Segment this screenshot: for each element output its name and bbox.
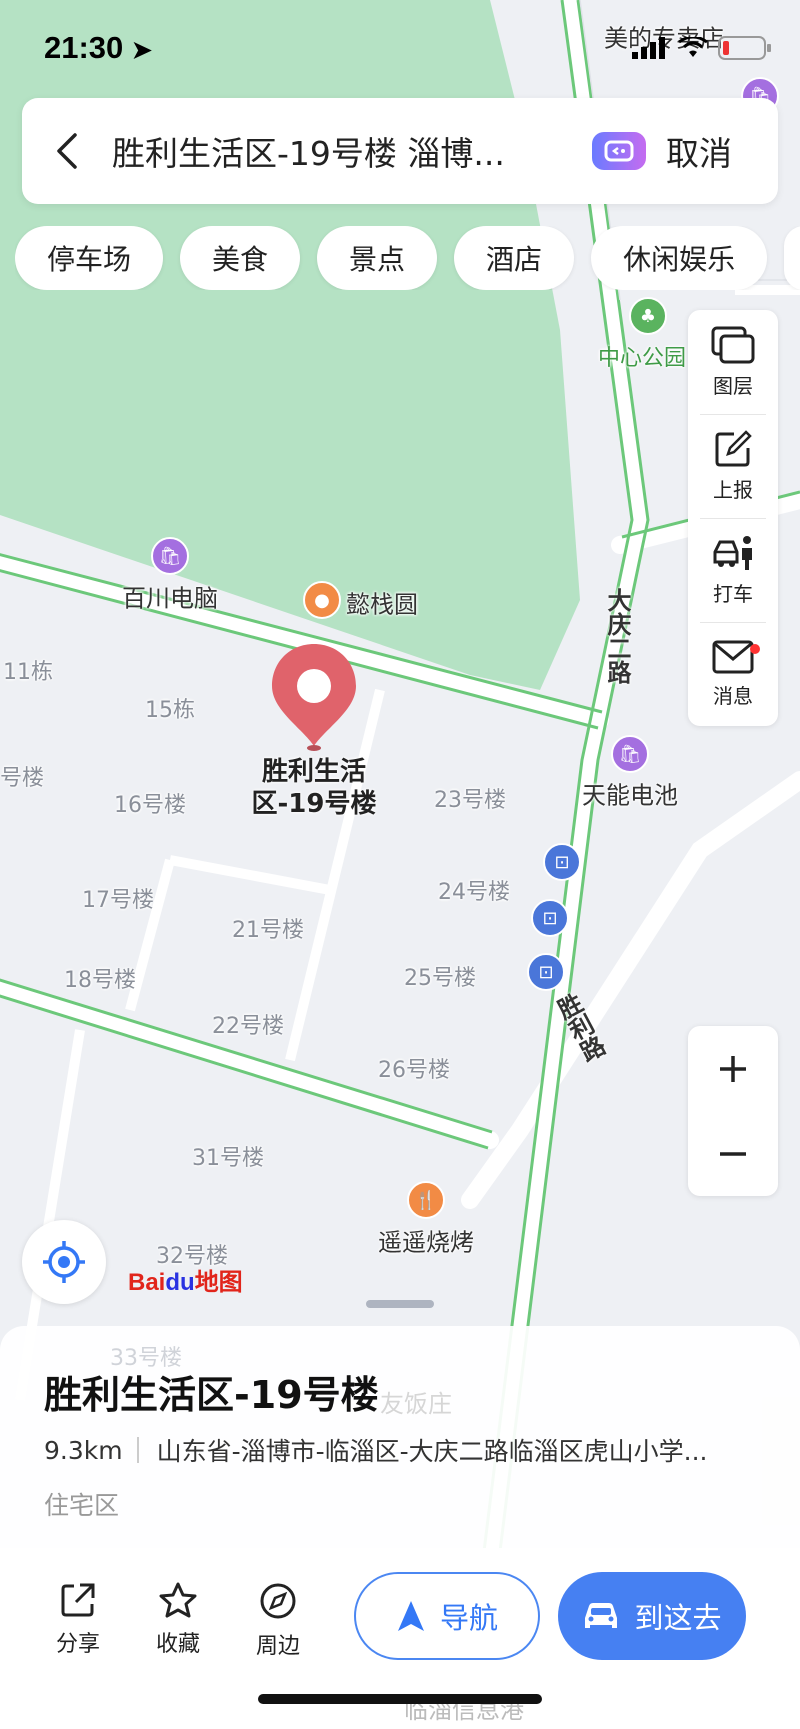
place-title: 胜利生活区-19号楼 <box>44 1373 379 1417</box>
location-pin-icon[interactable] <box>266 640 362 752</box>
voice-assistant-button[interactable] <box>592 132 646 170</box>
side-toolbar: 图层 上报 打车 消息 <box>688 310 778 726</box>
chip-hotel[interactable]: 酒店 <box>454 226 575 290</box>
map-label-yaoyao[interactable]: 遥遥烧烤 <box>378 1223 474 1258</box>
map-label-b25: 25号楼 <box>404 966 476 991</box>
messages-label: 消息 <box>713 683 753 708</box>
battery-icon <box>718 36 771 60</box>
navigate-button[interactable]: 导航 <box>354 1572 540 1660</box>
report-button[interactable]: 上报 <box>688 414 778 518</box>
app: 美的专卖店 🛍 ♣ 中心公园 🛍 百川电脑 ● 懿栈圆 11栋 15栋 大庆二路… <box>0 0 800 1729</box>
star-icon <box>159 1582 197 1618</box>
place-category: 住宅区 <box>44 1491 120 1520</box>
chevron-left-icon <box>57 133 77 169</box>
navigation-arrow-icon <box>397 1601 424 1631</box>
edit-icon <box>715 429 752 466</box>
bus-stop-icon[interactable]: ⊡ <box>543 843 581 881</box>
bus-stop-icon[interactable]: ⊡ <box>531 899 569 937</box>
wifi-icon <box>678 37 708 57</box>
divider <box>136 1437 139 1463</box>
search-query[interactable]: 胜利生活区-19号楼 淄博... <box>112 127 532 175</box>
favorite-button[interactable]: 收藏 <box>138 1582 218 1658</box>
taxi-button[interactable]: 打车 <box>688 518 778 622</box>
zoom-in-button[interactable] <box>688 1026 778 1111</box>
crosshair-icon <box>43 1241 85 1283</box>
map-label-b18: 18号楼 <box>64 968 136 993</box>
cellular-signal-icon <box>632 37 665 59</box>
map-label-b16: 16号楼 <box>114 793 186 818</box>
map-label-baichuan[interactable]: 百川电脑 <box>122 579 218 614</box>
status-icons <box>632 36 772 60</box>
baidu-map-logo: Baidu地图 <box>128 1269 243 1296</box>
car-icon <box>585 1603 618 1628</box>
locate-me-button[interactable] <box>22 1220 106 1304</box>
map-label-park[interactable]: 中心公园 <box>598 340 686 372</box>
location-arrow-icon: ➤ <box>131 37 153 64</box>
minus-icon <box>720 1151 746 1156</box>
back-button[interactable] <box>22 98 112 204</box>
status-time-text: 21:30 <box>44 30 124 65</box>
map-label-tianneng[interactable]: 天能电池 <box>582 776 678 811</box>
nearby-label: 周边 <box>255 1634 300 1659</box>
chip-parking[interactable]: 停车场 <box>15 226 164 290</box>
report-label: 上报 <box>713 477 753 502</box>
map-label-b23: 23号楼 <box>434 788 506 813</box>
chip-more[interactable] <box>784 226 800 290</box>
map-label-b11: 11栋 <box>3 660 53 685</box>
place-info: 9.3km 山东省-淄博市-临淄区-大庆二路临淄区虎山小学... <box>44 1432 764 1468</box>
assistant-icon <box>604 140 634 162</box>
map-label-b17: 17号楼 <box>82 888 154 913</box>
share-label: 分享 <box>55 1632 100 1657</box>
status-bar: 21:30 ➤ <box>0 0 800 88</box>
share-icon <box>61 1583 95 1617</box>
search-bar[interactable]: 胜利生活区-19号楼 淄博... 取消 <box>22 98 778 204</box>
map-label-b22: 22号楼 <box>212 1014 284 1039</box>
map-label-hotel-partial: 友饭庄 <box>380 1390 452 1418</box>
park-poi-icon[interactable]: ♣ <box>629 297 667 335</box>
notification-dot <box>750 644 760 654</box>
shop-poi-icon[interactable]: 🛍 <box>611 735 649 773</box>
road-label-daqing: 大庆二路 <box>603 588 631 684</box>
map-label-b31: 31号楼 <box>192 1146 264 1171</box>
food-poi-icon[interactable]: 🍴 <box>407 1181 445 1219</box>
pin-label[interactable]: 胜利生活区-19号楼 <box>244 756 384 820</box>
place-detail-sheet[interactable]: 33号楼 友饭庄 胜利生活区-19号楼 9.3km 山东省-淄博市-临淄区-大庆… <box>0 1326 800 1548</box>
favorite-label: 收藏 <box>155 1632 200 1657</box>
map-label-b24: 24号楼 <box>438 880 510 905</box>
go-here-button[interactable]: 到这去 <box>558 1572 746 1660</box>
map-label-yizhanyuan[interactable]: 懿栈圆 <box>346 585 418 620</box>
compass-icon <box>260 1583 296 1619</box>
map-label-b21: 21号楼 <box>232 918 304 943</box>
chip-attractions[interactable]: 景点 <box>317 226 438 290</box>
place-distance: 9.3km <box>44 1435 123 1465</box>
layers-icon <box>711 326 755 363</box>
cancel-button[interactable]: 取消 <box>666 127 732 175</box>
zoom-out-button[interactable] <box>688 1111 778 1196</box>
plus-icon <box>720 1055 746 1082</box>
taxi-label: 打车 <box>713 581 753 606</box>
share-button[interactable]: 分享 <box>38 1582 118 1658</box>
mail-icon <box>712 640 754 673</box>
map-label-b26: 26号楼 <box>378 1058 450 1083</box>
category-chips: 停车场 美食 景点 酒店 休闲娱乐 <box>15 226 800 290</box>
navigate-label: 导航 <box>439 1601 498 1635</box>
map-label-b-left: 号楼 <box>0 766 45 791</box>
status-time: 21:30 ➤ <box>44 30 152 66</box>
place-address: 山东省-淄博市-临淄区-大庆二路临淄区虎山小学... <box>156 1437 708 1466</box>
shop-poi-icon[interactable]: 🛍 <box>151 537 189 575</box>
sheet-handle[interactable] <box>366 1300 434 1308</box>
nearby-button[interactable]: 周边 <box>238 1582 318 1660</box>
bus-stop-icon[interactable]: ⊡ <box>527 953 565 991</box>
zoom-control <box>688 1026 778 1196</box>
taxi-icon <box>713 535 752 570</box>
go-here-label: 到这去 <box>634 1601 722 1635</box>
chip-leisure[interactable]: 休闲娱乐 <box>591 226 768 290</box>
chip-food[interactable]: 美食 <box>180 226 301 290</box>
food-poi-icon[interactable]: ● <box>303 581 341 619</box>
layers-button[interactable]: 图层 <box>688 310 778 414</box>
messages-button[interactable]: 消息 <box>688 622 778 726</box>
layers-label: 图层 <box>713 373 753 398</box>
map-label-b15: 15栋 <box>145 698 195 723</box>
home-indicator[interactable] <box>258 1694 542 1704</box>
